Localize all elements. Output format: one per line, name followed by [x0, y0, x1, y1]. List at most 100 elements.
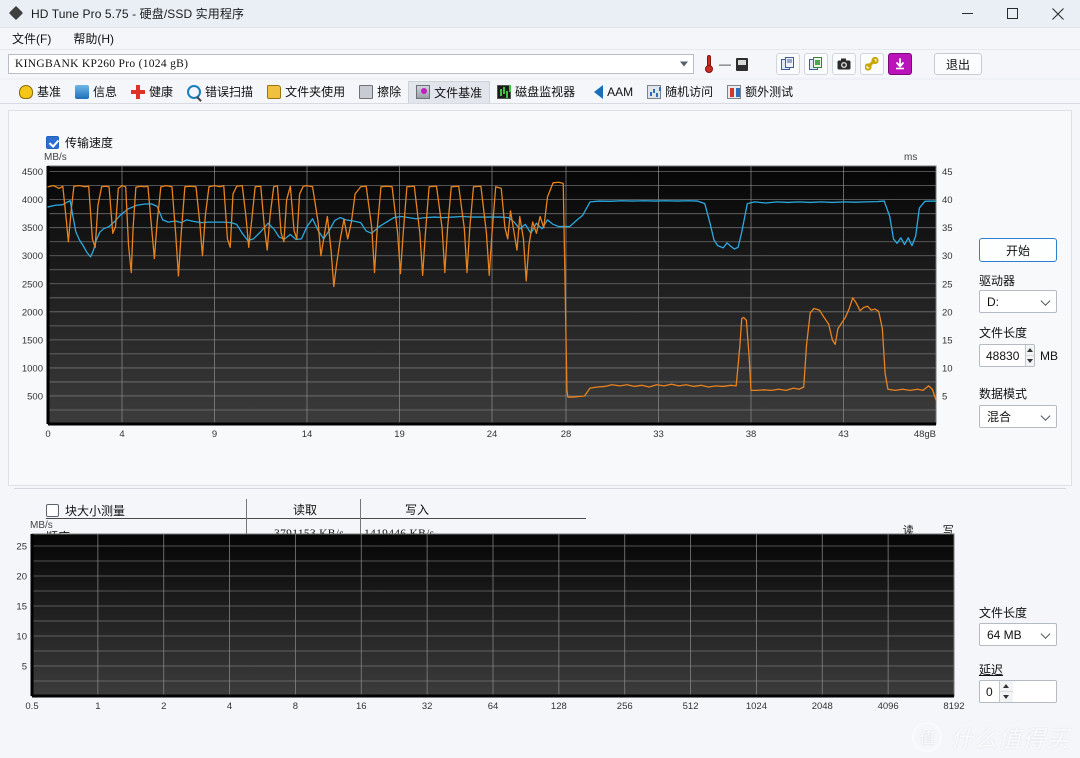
svg-text:35: 35	[942, 223, 953, 234]
file-length-increment[interactable]	[1026, 345, 1034, 356]
tab-disk-monitor[interactable]: 磁盘监视器	[490, 81, 582, 103]
block-size-checkbox[interactable]	[46, 504, 59, 517]
device-select-value: KINGBANK KP260 Pro (1024 gB)	[15, 58, 189, 70]
file-length-label-lower: 文件长度	[979, 606, 1028, 620]
drive-label: 驱动器	[979, 274, 1016, 288]
tab-info[interactable]: 信息	[68, 81, 124, 103]
maximize-button[interactable]	[990, 0, 1035, 28]
speaker-icon	[589, 84, 604, 99]
trash-icon	[359, 84, 374, 99]
svg-text:16: 16	[356, 701, 367, 712]
copy-icon[interactable]	[776, 53, 800, 75]
svg-text:33: 33	[653, 429, 664, 440]
svg-text:5: 5	[22, 662, 27, 673]
temperature-value: —	[719, 57, 731, 71]
tab-erase-label: 擦除	[377, 85, 402, 99]
svg-text:2500: 2500	[22, 279, 43, 290]
transfer-rate-chart: MB/s ms 500 1000 1500 2000 2500 3000 3500 4000 4…	[14, 152, 964, 442]
svg-text:32: 32	[422, 701, 433, 712]
svg-text:8192: 8192	[943, 701, 964, 712]
download-icon[interactable]	[888, 53, 912, 75]
watermark-logo: 值	[912, 722, 942, 752]
svg-text:20: 20	[942, 307, 953, 318]
watermark-text: 什么值得买	[950, 726, 1070, 752]
file-length-stepper-upper[interactable]: 48830	[979, 344, 1035, 367]
bulb-icon	[19, 84, 33, 99]
copy-color-icon[interactable]	[804, 53, 828, 75]
minimize-button[interactable]	[945, 0, 990, 28]
tab-extra-tests[interactable]: 额外测试	[720, 81, 800, 103]
block-size-checkbox-label: 块大小测量	[65, 504, 126, 518]
tab-error-scan[interactable]: 错误扫描	[180, 81, 260, 103]
svg-text:2: 2	[161, 701, 166, 712]
start-button-label: 开始	[1005, 243, 1030, 258]
transfer-rate-plot: 500 1000 1500 2000 2500 3000 3500 4000 4500 5 10 15…	[22, 165, 953, 440]
delay-stepper[interactable]: 0	[979, 680, 1057, 703]
svg-text:30: 30	[942, 251, 953, 262]
drive-select[interactable]: D:	[979, 290, 1057, 313]
health-cross-icon	[131, 84, 146, 99]
delay-decrement[interactable]	[999, 692, 1013, 702]
results-table-header: 读取 写入	[46, 499, 606, 518]
file-length-value-lower: 64 MB	[987, 627, 1022, 642]
svg-text:8: 8	[293, 701, 298, 712]
svg-text:24: 24	[487, 429, 498, 440]
magnifier-icon	[187, 84, 202, 99]
svg-text:4000: 4000	[22, 195, 43, 206]
tab-health-label: 健康	[149, 85, 174, 99]
tab-folder-usage[interactable]: 文件夹使用	[260, 81, 352, 103]
tab-health[interactable]: 健康	[124, 81, 180, 103]
block-size-chart: MB/s 读取 写入 5101520250.512481632641282565…	[14, 520, 964, 720]
camera-icon[interactable]	[832, 53, 856, 75]
svg-text:2000: 2000	[22, 307, 43, 318]
svg-text:4: 4	[227, 701, 232, 712]
tab-aam-label: AAM	[607, 84, 634, 99]
svg-text:15: 15	[16, 602, 27, 613]
delay-spin-buttons[interactable]	[998, 681, 1013, 702]
svg-text:4500: 4500	[22, 167, 43, 178]
svg-text:15: 15	[942, 335, 953, 346]
menu-item-file[interactable]: 文件(F)	[2, 28, 61, 49]
arrow-up-icon	[1003, 684, 1010, 688]
close-button[interactable]	[1035, 0, 1080, 28]
extra-tests-icon	[727, 84, 742, 99]
results-col-read: 读取	[292, 503, 317, 517]
svg-text:4096: 4096	[878, 701, 899, 712]
svg-text:40: 40	[942, 195, 953, 206]
delay-increment[interactable]	[999, 681, 1013, 692]
svg-text:2048: 2048	[812, 701, 833, 712]
svg-text:4: 4	[119, 429, 124, 440]
transfer-rate-checkbox-row[interactable]: 传输速度	[46, 134, 113, 151]
svg-text:43: 43	[838, 429, 849, 440]
watermark: 值 什么值得买	[912, 720, 1070, 754]
tab-file-benchmark[interactable]: 文件基准	[408, 80, 491, 103]
tab-benchmark[interactable]: 基准	[12, 81, 68, 103]
tab-benchmark-label: 基准	[37, 85, 62, 99]
title-bar: HD Tune Pro 5.75 - 硬盘/SSD 实用程序	[0, 0, 1080, 28]
tab-random-access-label: 随机访问	[665, 85, 714, 99]
transfer-rate-checkbox[interactable]	[46, 136, 59, 149]
exit-button[interactable]: 退出	[934, 53, 982, 75]
file-length-spin-buttons[interactable]	[1025, 345, 1034, 366]
svg-text:1024: 1024	[746, 701, 767, 712]
arrow-down-icon	[1003, 695, 1010, 699]
data-pattern-select[interactable]: 混合	[979, 405, 1057, 428]
file-length-decrement[interactable]	[1026, 356, 1034, 366]
tab-aam[interactable]: AAM	[582, 81, 640, 103]
svg-text:48gB: 48gB	[914, 429, 936, 440]
device-select[interactable]: KINGBANK KP260 Pro (1024 gB)	[8, 54, 694, 74]
svg-text:10: 10	[942, 363, 953, 374]
file-length-select-lower[interactable]: 64 MB	[979, 623, 1057, 646]
block-size-checkbox-row[interactable]: 块大小测量	[46, 502, 125, 519]
tab-random-access[interactable]: 随机访问	[640, 81, 720, 103]
tab-extra-tests-label: 额外测试	[745, 85, 794, 99]
menu-item-help[interactable]: 帮助(H)	[63, 28, 124, 49]
svg-text:14: 14	[302, 429, 313, 440]
tab-erase[interactable]: 擦除	[352, 81, 408, 103]
svg-text:0.5: 0.5	[25, 701, 38, 712]
svg-text:128: 128	[551, 701, 567, 712]
link-icon[interactable]	[860, 53, 884, 75]
start-button[interactable]: 开始	[979, 238, 1057, 262]
block-size-plot: 5 10 15 20 25 0.5 1 2 4 8 16 32 64 128 256 512 1024 2048 4…	[16, 533, 964, 712]
info-icon	[75, 84, 90, 99]
